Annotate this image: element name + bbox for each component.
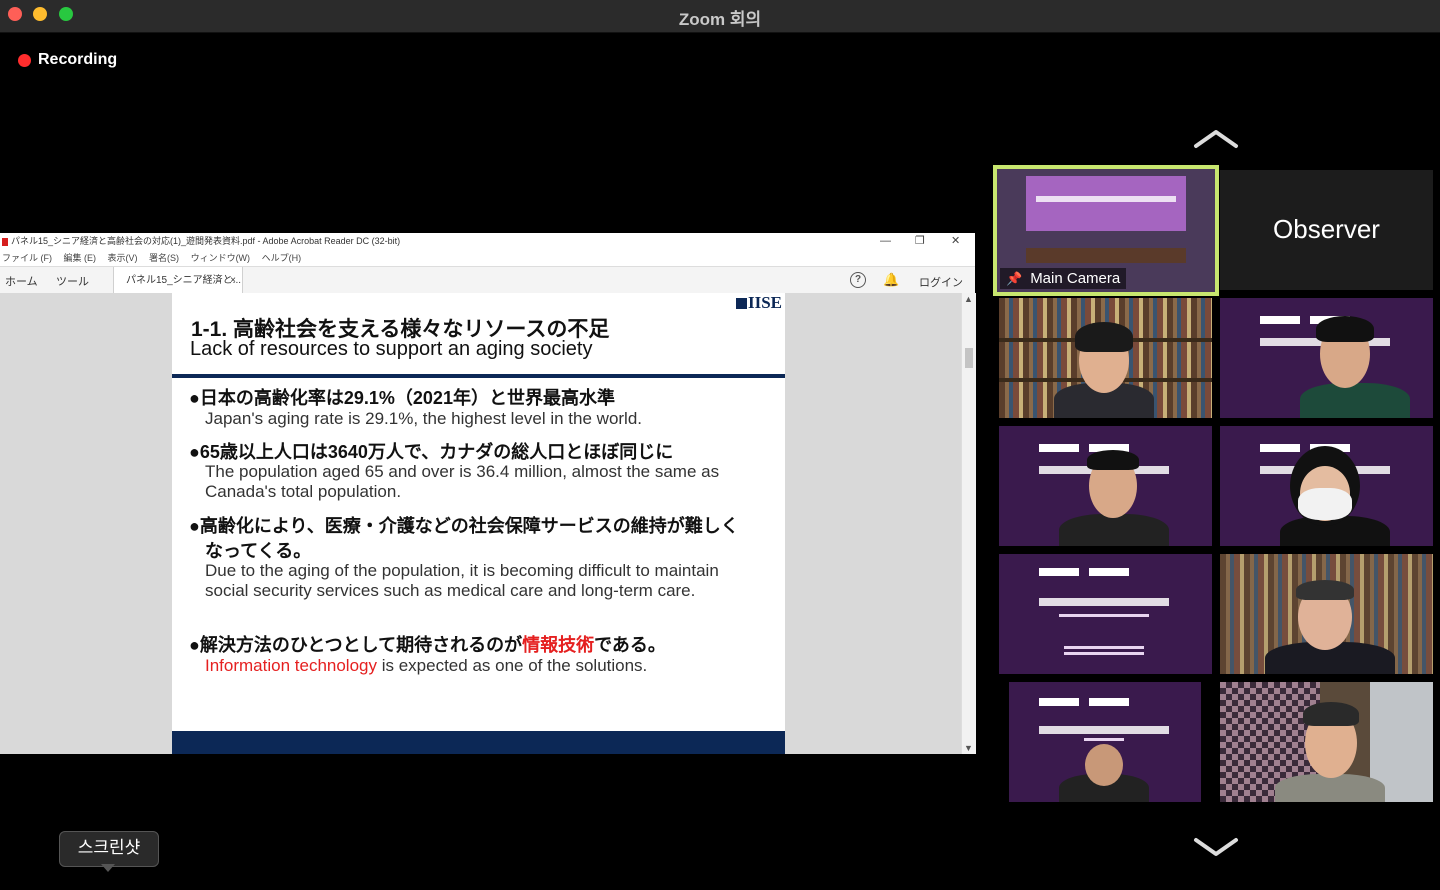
restore-icon[interactable]: ❐ <box>915 233 925 249</box>
iise-logo: IISE <box>735 293 782 313</box>
bullet-3-ja-line2: なってくる。 <box>205 541 312 561</box>
pin-icon: 📌 <box>1006 270 1023 286</box>
video-tile-participant[interactable] <box>999 426 1212 546</box>
event-banner <box>1039 568 1169 655</box>
menu-file[interactable]: ファイル (F) <box>2 253 52 263</box>
menu-edit[interactable]: 編集 (E) <box>64 253 97 263</box>
shared-screen: パネル15_シニア経済と高齢社会の対応(1)_遊間発表資料.pdf - Adob… <box>0 233 976 754</box>
video-tile-participant[interactable] <box>1220 298 1433 418</box>
tooltip-tail <box>101 864 115 872</box>
tab-home[interactable]: ホーム <box>5 273 38 289</box>
participant-body <box>1300 383 1410 418</box>
minimize-icon[interactable]: — <box>880 233 891 249</box>
screenshot-tooltip: 스크린샷 <box>59 831 159 867</box>
bullet-2-ja: ●65歳以上人口は3640万人で、カナダの総人口とほぼ同じに <box>189 442 674 462</box>
slide-divider <box>172 374 785 378</box>
acrobat-tabbar: ホーム ツール パネル15_シニア経済と... × ? 🔔 ログイン <box>0 266 975 295</box>
slide-page: IISE 1-1. 高齢社会を支える様々なリソースの不足 Lack of res… <box>172 293 785 754</box>
bullet-4-en: Information technology is expected as on… <box>205 656 648 675</box>
recording-dot-icon <box>18 53 31 67</box>
menu-sign[interactable]: 署名(S) <box>149 253 179 263</box>
tab-close-icon[interactable]: × <box>230 267 236 294</box>
document-viewport: IISE 1-1. 高齢社会を支える様々なリソースの不足 Lack of res… <box>0 293 976 754</box>
acrobat-title: パネル15_シニア経済と高齢社会の対応(1)_遊間発表資料.pdf - Adob… <box>11 236 401 246</box>
participant-hair <box>1316 316 1374 342</box>
video-tile-participant[interactable] <box>1009 682 1201 802</box>
tab-document[interactable]: パネル15_シニア経済と... × <box>113 267 243 294</box>
participant-hair <box>1087 450 1139 470</box>
close-icon[interactable]: ✕ <box>951 233 960 249</box>
participant-body <box>1059 514 1169 546</box>
scroll-up-icon[interactable]: ▲ <box>964 294 973 304</box>
vertical-scrollbar[interactable]: ▲ ▼ <box>961 293 976 754</box>
window-titlebar: Zoom 회의 <box>0 0 1440 33</box>
bell-icon[interactable]: 🔔 <box>883 272 899 288</box>
bullet-3-en: Due to the aging of the population, it i… <box>205 561 719 600</box>
video-tile-observer[interactable]: Observer <box>1220 170 1433 290</box>
menu-window[interactable]: ウィンドウ(W) <box>191 253 251 263</box>
bullet-1-en: Japan's aging rate is 29.1%, the highest… <box>205 409 643 428</box>
participant-hair <box>1075 322 1133 352</box>
participant-hair <box>1296 580 1354 600</box>
bullet-3-ja-line1: ●高齢化により、医療・介護などの社会保障サービスの維持が難しく <box>189 516 739 536</box>
slide-heading-en: Lack of resources to support an aging so… <box>190 338 593 360</box>
window-title: Zoom 회의 <box>678 10 762 29</box>
recording-label: Recording <box>38 51 118 68</box>
video-tile-participant[interactable] <box>1220 682 1433 802</box>
slide-footer-bar <box>172 731 785 754</box>
login-link[interactable]: ログイン <box>919 274 963 290</box>
video-tile-participant[interactable] <box>999 554 1212 674</box>
acrobat-titlebar: パネル15_シニア経済と高齢社会の対応(1)_遊間発表資料.pdf - Adob… <box>0 233 975 250</box>
scroll-thumb[interactable] <box>965 348 973 368</box>
participant-body <box>1275 774 1385 802</box>
menu-help[interactable]: ヘルプ(H) <box>262 253 302 263</box>
participant-face <box>1085 744 1123 786</box>
scroll-down-icon[interactable]: ▼ <box>964 743 973 753</box>
bullet-1-ja: ●日本の高齢化率は29.1%（2021年）と世界最高水準 <box>189 388 615 408</box>
bullet-2-en: The population aged 65 and over is 36.4 … <box>205 462 720 501</box>
tab-tools[interactable]: ツール <box>56 273 89 289</box>
video-tile-main-camera[interactable]: 📌 Main Camera <box>993 165 1219 296</box>
participant-name-main-camera: 📌 Main Camera <box>1000 268 1127 289</box>
bullet-4-ja: ●解決方法のひとつとして期待されるのが情報技術である。 <box>189 635 666 655</box>
acrobat-menubar: ファイル (F) 編集 (E) 表示(V) 署名(S) ウィンドウ(W) ヘルプ… <box>0 250 975 266</box>
video-tile-participant[interactable] <box>999 298 1212 418</box>
participant-hair <box>1303 702 1359 726</box>
recording-indicator[interactable]: Recording <box>18 51 117 69</box>
gallery-down-arrow-icon[interactable] <box>1192 836 1240 858</box>
tab-document-label: パネル15_シニア経済と... <box>126 275 242 286</box>
gallery-up-arrow-icon[interactable] <box>1192 128 1240 150</box>
menu-view[interactable]: 表示(V) <box>108 253 138 263</box>
conference-table <box>1026 248 1186 263</box>
backdrop-text-line <box>1036 196 1176 202</box>
video-tile-participant[interactable] <box>1220 426 1433 546</box>
help-icon[interactable]: ? <box>850 272 866 288</box>
participant-name-observer: Observer <box>1273 214 1380 244</box>
conference-backdrop <box>1026 176 1186 231</box>
video-tile-participant[interactable] <box>1220 554 1433 674</box>
pdf-icon <box>2 237 8 246</box>
face-mask <box>1298 488 1352 520</box>
